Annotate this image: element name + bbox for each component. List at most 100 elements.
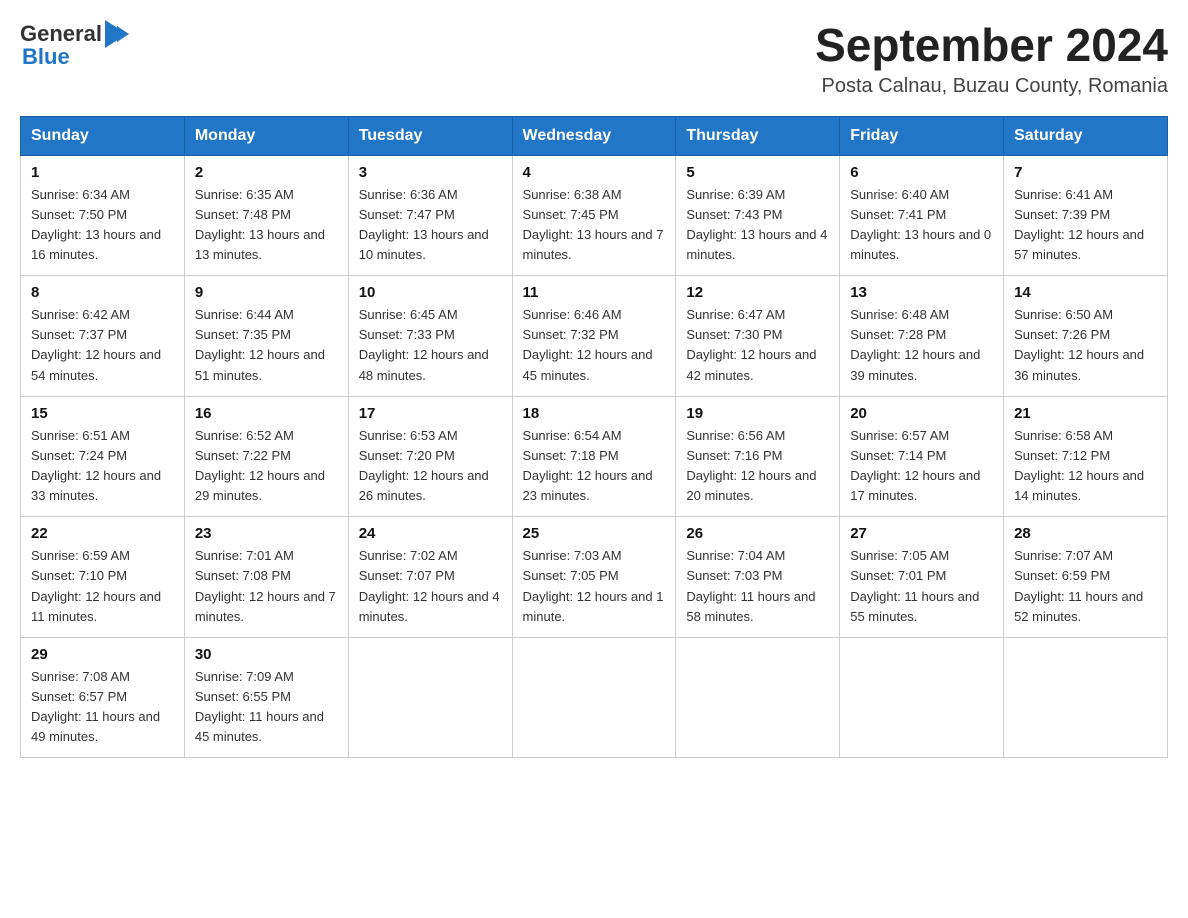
day-info: Sunrise: 7:01 AMSunset: 7:08 PMDaylight:… bbox=[195, 546, 338, 627]
calendar-day-cell bbox=[840, 637, 1004, 758]
calendar-day-cell: 16 Sunrise: 6:52 AMSunset: 7:22 PMDaylig… bbox=[184, 396, 348, 517]
calendar-day-cell: 20 Sunrise: 6:57 AMSunset: 7:14 PMDaylig… bbox=[840, 396, 1004, 517]
day-number: 6 bbox=[850, 164, 993, 181]
day-info: Sunrise: 6:45 AMSunset: 7:33 PMDaylight:… bbox=[359, 305, 502, 386]
day-info: Sunrise: 6:52 AMSunset: 7:22 PMDaylight:… bbox=[195, 426, 338, 507]
calendar-day-cell: 29 Sunrise: 7:08 AMSunset: 6:57 PMDaylig… bbox=[21, 637, 185, 758]
calendar-day-cell: 12 Sunrise: 6:47 AMSunset: 7:30 PMDaylig… bbox=[676, 276, 840, 397]
calendar-day-cell: 21 Sunrise: 6:58 AMSunset: 7:12 PMDaylig… bbox=[1004, 396, 1168, 517]
calendar-day-cell: 11 Sunrise: 6:46 AMSunset: 7:32 PMDaylig… bbox=[512, 276, 676, 397]
day-number: 9 bbox=[195, 284, 338, 301]
day-info: Sunrise: 6:34 AMSunset: 7:50 PMDaylight:… bbox=[31, 185, 174, 266]
logo-blue-text: Blue bbox=[22, 44, 70, 70]
calendar-day-cell: 2 Sunrise: 6:35 AMSunset: 7:48 PMDayligh… bbox=[184, 155, 348, 276]
col-sunday: Sunday bbox=[21, 116, 185, 155]
calendar-title: September 2024 bbox=[815, 20, 1168, 71]
day-info: Sunrise: 6:54 AMSunset: 7:18 PMDaylight:… bbox=[523, 426, 666, 507]
day-info: Sunrise: 6:39 AMSunset: 7:43 PMDaylight:… bbox=[686, 185, 829, 266]
day-number: 29 bbox=[31, 646, 174, 663]
logo-icon bbox=[105, 20, 131, 48]
day-number: 7 bbox=[1014, 164, 1157, 181]
calendar-day-cell: 10 Sunrise: 6:45 AMSunset: 7:33 PMDaylig… bbox=[348, 276, 512, 397]
day-info: Sunrise: 6:38 AMSunset: 7:45 PMDaylight:… bbox=[523, 185, 666, 266]
day-number: 12 bbox=[686, 284, 829, 301]
day-info: Sunrise: 7:05 AMSunset: 7:01 PMDaylight:… bbox=[850, 546, 993, 627]
day-number: 27 bbox=[850, 525, 993, 542]
col-tuesday: Tuesday bbox=[348, 116, 512, 155]
day-info: Sunrise: 6:41 AMSunset: 7:39 PMDaylight:… bbox=[1014, 185, 1157, 266]
day-number: 1 bbox=[31, 164, 174, 181]
day-number: 13 bbox=[850, 284, 993, 301]
day-number: 16 bbox=[195, 405, 338, 422]
calendar-day-cell: 17 Sunrise: 6:53 AMSunset: 7:20 PMDaylig… bbox=[348, 396, 512, 517]
day-number: 14 bbox=[1014, 284, 1157, 301]
day-info: Sunrise: 6:58 AMSunset: 7:12 PMDaylight:… bbox=[1014, 426, 1157, 507]
calendar-day-cell: 5 Sunrise: 6:39 AMSunset: 7:43 PMDayligh… bbox=[676, 155, 840, 276]
day-info: Sunrise: 7:08 AMSunset: 6:57 PMDaylight:… bbox=[31, 667, 174, 748]
day-number: 20 bbox=[850, 405, 993, 422]
day-number: 19 bbox=[686, 405, 829, 422]
day-info: Sunrise: 6:35 AMSunset: 7:48 PMDaylight:… bbox=[195, 185, 338, 266]
day-number: 18 bbox=[523, 405, 666, 422]
calendar-subtitle: Posta Calnau, Buzau County, Romania bbox=[815, 75, 1168, 98]
calendar-day-cell: 13 Sunrise: 6:48 AMSunset: 7:28 PMDaylig… bbox=[840, 276, 1004, 397]
day-info: Sunrise: 6:51 AMSunset: 7:24 PMDaylight:… bbox=[31, 426, 174, 507]
calendar-week-row: 15 Sunrise: 6:51 AMSunset: 7:24 PMDaylig… bbox=[21, 396, 1168, 517]
day-number: 25 bbox=[523, 525, 666, 542]
calendar-day-cell: 28 Sunrise: 7:07 AMSunset: 6:59 PMDaylig… bbox=[1004, 517, 1168, 638]
calendar-day-cell: 25 Sunrise: 7:03 AMSunset: 7:05 PMDaylig… bbox=[512, 517, 676, 638]
calendar-day-cell bbox=[512, 637, 676, 758]
calendar-day-cell: 23 Sunrise: 7:01 AMSunset: 7:08 PMDaylig… bbox=[184, 517, 348, 638]
day-number: 17 bbox=[359, 405, 502, 422]
calendar-day-cell: 15 Sunrise: 6:51 AMSunset: 7:24 PMDaylig… bbox=[21, 396, 185, 517]
calendar-day-cell: 24 Sunrise: 7:02 AMSunset: 7:07 PMDaylig… bbox=[348, 517, 512, 638]
calendar-day-cell: 8 Sunrise: 6:42 AMSunset: 7:37 PMDayligh… bbox=[21, 276, 185, 397]
day-number: 28 bbox=[1014, 525, 1157, 542]
day-info: Sunrise: 6:59 AMSunset: 7:10 PMDaylight:… bbox=[31, 546, 174, 627]
calendar-day-cell: 27 Sunrise: 7:05 AMSunset: 7:01 PMDaylig… bbox=[840, 517, 1004, 638]
calendar-day-cell: 22 Sunrise: 6:59 AMSunset: 7:10 PMDaylig… bbox=[21, 517, 185, 638]
col-friday: Friday bbox=[840, 116, 1004, 155]
calendar-day-cell: 1 Sunrise: 6:34 AMSunset: 7:50 PMDayligh… bbox=[21, 155, 185, 276]
calendar-day-cell bbox=[348, 637, 512, 758]
day-number: 30 bbox=[195, 646, 338, 663]
day-number: 11 bbox=[523, 284, 666, 301]
calendar-day-cell: 6 Sunrise: 6:40 AMSunset: 7:41 PMDayligh… bbox=[840, 155, 1004, 276]
calendar-day-cell: 9 Sunrise: 6:44 AMSunset: 7:35 PMDayligh… bbox=[184, 276, 348, 397]
day-number: 26 bbox=[686, 525, 829, 542]
day-info: Sunrise: 6:57 AMSunset: 7:14 PMDaylight:… bbox=[850, 426, 993, 507]
day-number: 22 bbox=[31, 525, 174, 542]
day-info: Sunrise: 6:53 AMSunset: 7:20 PMDaylight:… bbox=[359, 426, 502, 507]
day-number: 3 bbox=[359, 164, 502, 181]
day-info: Sunrise: 6:50 AMSunset: 7:26 PMDaylight:… bbox=[1014, 305, 1157, 386]
col-wednesday: Wednesday bbox=[512, 116, 676, 155]
day-info: Sunrise: 6:42 AMSunset: 7:37 PMDaylight:… bbox=[31, 305, 174, 386]
day-number: 4 bbox=[523, 164, 666, 181]
day-number: 8 bbox=[31, 284, 174, 301]
day-info: Sunrise: 7:04 AMSunset: 7:03 PMDaylight:… bbox=[686, 546, 829, 627]
day-info: Sunrise: 7:09 AMSunset: 6:55 PMDaylight:… bbox=[195, 667, 338, 748]
day-info: Sunrise: 6:44 AMSunset: 7:35 PMDaylight:… bbox=[195, 305, 338, 386]
col-thursday: Thursday bbox=[676, 116, 840, 155]
col-monday: Monday bbox=[184, 116, 348, 155]
calendar-day-cell: 3 Sunrise: 6:36 AMSunset: 7:47 PMDayligh… bbox=[348, 155, 512, 276]
calendar-week-row: 1 Sunrise: 6:34 AMSunset: 7:50 PMDayligh… bbox=[21, 155, 1168, 276]
calendar-week-row: 22 Sunrise: 6:59 AMSunset: 7:10 PMDaylig… bbox=[21, 517, 1168, 638]
page-header: General Blue September 2024 Posta Calnau… bbox=[20, 20, 1168, 98]
day-info: Sunrise: 6:46 AMSunset: 7:32 PMDaylight:… bbox=[523, 305, 666, 386]
day-info: Sunrise: 7:02 AMSunset: 7:07 PMDaylight:… bbox=[359, 546, 502, 627]
calendar-day-cell: 19 Sunrise: 6:56 AMSunset: 7:16 PMDaylig… bbox=[676, 396, 840, 517]
calendar-week-row: 29 Sunrise: 7:08 AMSunset: 6:57 PMDaylig… bbox=[21, 637, 1168, 758]
calendar-day-cell: 4 Sunrise: 6:38 AMSunset: 7:45 PMDayligh… bbox=[512, 155, 676, 276]
calendar-day-cell: 18 Sunrise: 6:54 AMSunset: 7:18 PMDaylig… bbox=[512, 396, 676, 517]
day-number: 23 bbox=[195, 525, 338, 542]
calendar-day-cell: 26 Sunrise: 7:04 AMSunset: 7:03 PMDaylig… bbox=[676, 517, 840, 638]
title-block: September 2024 Posta Calnau, Buzau Count… bbox=[815, 20, 1168, 98]
day-info: Sunrise: 6:48 AMSunset: 7:28 PMDaylight:… bbox=[850, 305, 993, 386]
calendar-day-cell bbox=[676, 637, 840, 758]
day-number: 21 bbox=[1014, 405, 1157, 422]
day-info: Sunrise: 6:56 AMSunset: 7:16 PMDaylight:… bbox=[686, 426, 829, 507]
day-number: 15 bbox=[31, 405, 174, 422]
day-number: 24 bbox=[359, 525, 502, 542]
day-info: Sunrise: 6:36 AMSunset: 7:47 PMDaylight:… bbox=[359, 185, 502, 266]
